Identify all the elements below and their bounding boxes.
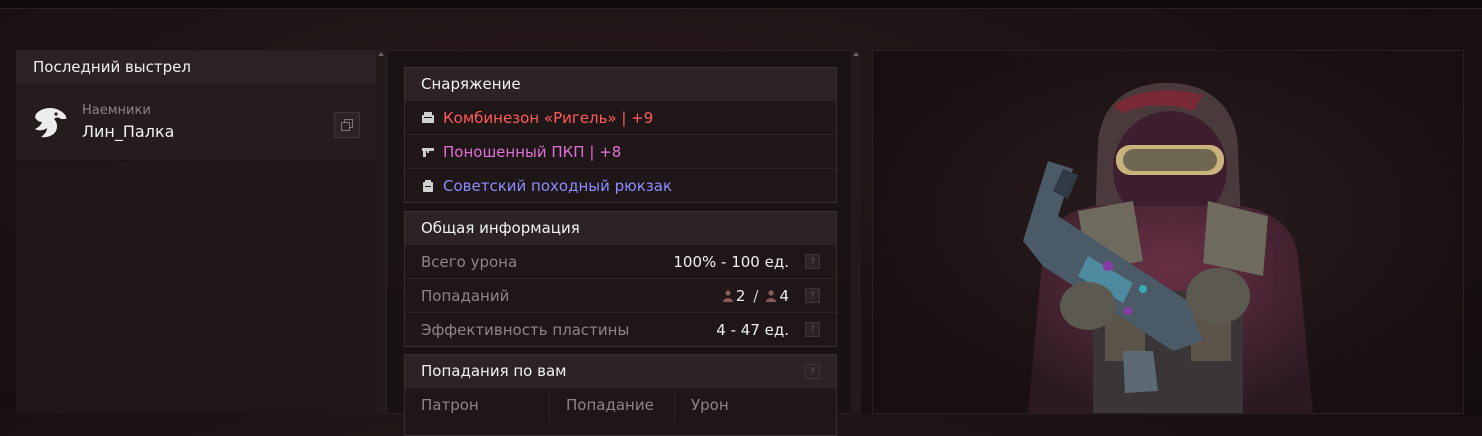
killer-faction: Наемники	[82, 103, 151, 118]
help-icon[interactable]: ?	[805, 322, 820, 337]
stat-row: Эффективность пластины 4 - 47 ед. ?	[405, 312, 836, 346]
stat-label: Попаданий	[421, 286, 510, 305]
stat-row: Попаданий 2 / 4 ?	[405, 278, 836, 312]
equipment-item-label: Советский походный рюкзак	[443, 176, 673, 195]
equipment-item[interactable]: Комбинезон «Ригель» | +9	[405, 100, 836, 134]
hits-count-b: 4	[779, 286, 789, 305]
column-header-hit: Попадание	[550, 388, 675, 421]
copy-icon	[341, 119, 353, 131]
scroll-up-arrow-icon[interactable]	[378, 52, 384, 56]
copy-name-button[interactable]	[334, 112, 360, 138]
equipment-item[interactable]: Поношенный ПКП | +8	[405, 134, 836, 168]
equipment-item-label: Комбинезон «Ригель» | +9	[443, 108, 654, 127]
hits-on-you-title: Попадания по вам ?	[405, 355, 836, 387]
backpack-icon	[421, 179, 434, 192]
equipment-section: Снаряжение Комбинезон «Ригель» | +9 Поно…	[404, 67, 837, 203]
general-info-title: Общая информация	[405, 212, 836, 244]
help-icon[interactable]: ?	[805, 364, 820, 379]
gun-icon	[421, 145, 434, 158]
person-icon	[766, 289, 777, 302]
killer-card[interactable]: Наемники Лин_Палка	[16, 84, 376, 161]
person-icon	[722, 289, 733, 302]
hits-value: 2 / 4	[722, 286, 789, 305]
mercenary-eagle-icon	[35, 108, 67, 138]
left-scrollbar[interactable]	[376, 50, 386, 414]
equipment-item[interactable]: Советский походный рюкзак	[405, 168, 836, 202]
help-icon[interactable]: ?	[805, 288, 820, 303]
middle-scrollbar[interactable]	[851, 50, 861, 414]
stat-value: 100% - 100 ед.	[673, 252, 789, 271]
hits-table-header: Патрон Попадание Урон	[405, 387, 836, 421]
hits-on-you-section: Попадания по вам ? Патрон Попадание Урон	[404, 354, 837, 436]
equipment-title: Снаряжение	[405, 68, 836, 100]
stat-value: 4 - 47 ед.	[716, 320, 789, 339]
general-info-section: Общая информация Всего урона 100% - 100 …	[404, 211, 837, 347]
details-panel: Снаряжение Комбинезон «Ригель» | +9 Поно…	[386, 50, 861, 436]
killer-nickname: Лин_Палка	[82, 122, 175, 141]
top-bar	[0, 0, 1482, 9]
last-shot-title: Последний выстрел	[16, 50, 376, 84]
last-shot-panel: Последний выстрел Наемники Лин_Палка	[16, 50, 376, 414]
column-header-ammo: Патрон	[405, 388, 550, 421]
hits-separator: /	[753, 286, 759, 305]
character-model-image	[873, 51, 1463, 413]
stat-label: Эффективность пластины	[421, 320, 630, 339]
armor-icon	[421, 111, 434, 124]
help-icon[interactable]: ?	[805, 254, 820, 269]
character-model-panel	[872, 50, 1464, 414]
stat-row: Всего урона 100% - 100 ед. ?	[405, 244, 836, 278]
hits-count-a: 2	[735, 286, 746, 305]
equipment-item-label: Поношенный ПКП | +8	[443, 142, 622, 161]
hits-on-you-title-text: Попадания по вам	[421, 362, 567, 380]
scroll-up-arrow-icon[interactable]	[853, 52, 859, 56]
column-header-damage: Урон	[691, 395, 729, 414]
stat-label: Всего урона	[421, 252, 518, 271]
